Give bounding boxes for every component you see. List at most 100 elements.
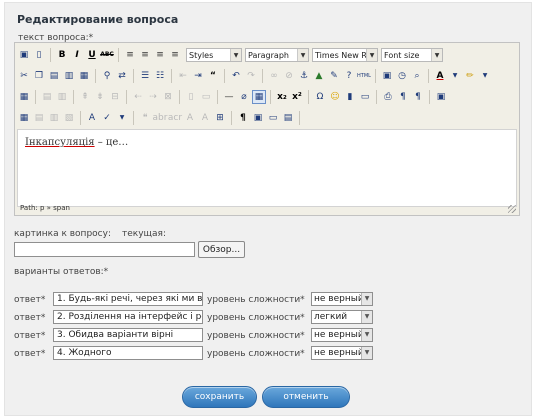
- text-color-icon[interactable]: A: [433, 69, 447, 83]
- cleanup-icon[interactable]: ✎: [327, 69, 341, 83]
- row-props-icon[interactable]: ▤: [40, 90, 54, 104]
- paste-icon[interactable]: ▤: [47, 69, 61, 83]
- abbr-icon[interactable]: abr: [153, 111, 168, 125]
- superscript-icon[interactable]: x²: [290, 90, 304, 104]
- align-center-icon[interactable]: ≡: [138, 48, 152, 62]
- answer-text-input[interactable]: 2. Розділення на інтерфейс і реа: [53, 310, 203, 324]
- unlink-icon[interactable]: ⊘: [282, 69, 296, 83]
- subscript-icon[interactable]: x₂: [275, 90, 289, 104]
- move-forward-icon[interactable]: ▤: [32, 111, 46, 125]
- preview-icon[interactable]: ⌕: [410, 69, 424, 83]
- font-family-select[interactable]: Times New Roman▼: [312, 48, 378, 62]
- paste-text-icon[interactable]: ▥: [62, 69, 76, 83]
- answer-text-input[interactable]: 4. Жодного: [53, 346, 203, 360]
- difficulty-select[interactable]: не верный ▼: [311, 292, 373, 306]
- horizontal-rule-icon[interactable]: —: [222, 90, 236, 104]
- indent-icon[interactable]: ⇥: [191, 69, 205, 83]
- cell-props-icon[interactable]: ▥: [55, 90, 69, 104]
- link-icon[interactable]: ∞: [267, 69, 281, 83]
- browse-button[interactable]: Обзор...: [198, 241, 245, 258]
- editor-content-area[interactable]: Інкапсуляція – це…: [17, 129, 517, 207]
- image-icon[interactable]: ▲: [312, 69, 326, 83]
- del-icon[interactable]: A: [183, 111, 197, 125]
- nonbreaking-icon[interactable]: ▭: [266, 111, 280, 125]
- col-before-icon[interactable]: ⇠: [131, 90, 145, 104]
- split-cells-icon[interactable]: ▯: [184, 90, 198, 104]
- blockquote-icon[interactable]: “: [206, 69, 220, 83]
- bold-icon[interactable]: B: [55, 48, 69, 62]
- cut-icon[interactable]: ✂: [17, 69, 31, 83]
- font-size-select[interactable]: Font size ▼: [381, 48, 443, 62]
- col-after-icon[interactable]: ⇢: [146, 90, 160, 104]
- bullet-list-icon[interactable]: ☰: [138, 69, 152, 83]
- style-props-icon[interactable]: A: [85, 111, 99, 125]
- remove-format-icon[interactable]: ⌀: [237, 90, 251, 104]
- row-before-icon[interactable]: ⇞: [78, 90, 92, 104]
- paste-word-icon[interactable]: ▦: [77, 69, 91, 83]
- delete-col-icon[interactable]: ⊠: [161, 90, 175, 104]
- outdent-icon[interactable]: ⇤: [176, 69, 190, 83]
- template-icon[interactable]: ▣: [434, 90, 448, 104]
- absolute-icon[interactable]: ▧: [62, 111, 76, 125]
- styles-select[interactable]: Styles ▼: [186, 48, 242, 62]
- insert-date-icon[interactable]: ▣: [380, 69, 394, 83]
- rtl-icon[interactable]: ¶: [411, 90, 425, 104]
- difficulty-select[interactable]: не верный ▼: [311, 328, 373, 342]
- new-document-icon[interactable]: ▯: [32, 48, 46, 62]
- align-left-icon[interactable]: ≡: [123, 48, 137, 62]
- ins-icon[interactable]: A: [198, 111, 212, 125]
- visual-aid-icon[interactable]: ▦: [252, 90, 266, 104]
- background-color-dropdown-icon[interactable]: ▼: [478, 69, 492, 83]
- ltr-icon[interactable]: ¶: [396, 90, 410, 104]
- answer-text-input[interactable]: 3. Обидва варіанти вірні: [53, 328, 203, 342]
- difficulty-select[interactable]: легкий ▼: [311, 310, 373, 324]
- special-char-icon[interactable]: Ω: [313, 90, 327, 104]
- strikethrough-icon[interactable]: ABC: [100, 48, 114, 62]
- insert-layer-icon[interactable]: ▦: [17, 111, 31, 125]
- insert-time-icon[interactable]: ◷: [395, 69, 409, 83]
- cite-icon[interactable]: ❝: [138, 111, 152, 125]
- html-icon[interactable]: HTML: [357, 69, 371, 83]
- underline-icon[interactable]: U: [85, 48, 99, 62]
- pagebreak-icon[interactable]: ▣: [251, 111, 265, 125]
- media-icon[interactable]: ▮: [343, 90, 357, 104]
- resize-grip-icon[interactable]: [508, 205, 516, 213]
- move-backward-icon[interactable]: ▥: [47, 111, 61, 125]
- spellcheck-icon[interactable]: ✓: [100, 111, 114, 125]
- image-file-input[interactable]: [14, 242, 195, 257]
- show-blocks-icon[interactable]: ¶: [236, 111, 250, 125]
- table-icon[interactable]: ▦: [17, 90, 31, 104]
- format-select[interactable]: Paragraph ▼: [245, 48, 309, 62]
- toolbar-separator: [171, 69, 172, 83]
- align-justify-icon[interactable]: ≡: [168, 48, 182, 62]
- copy-icon[interactable]: ❐: [32, 69, 46, 83]
- anchor-icon[interactable]: ⚓: [297, 69, 311, 83]
- background-color-icon[interactable]: ✏: [463, 69, 477, 83]
- editor-toolbar-row-2: ✂ ❐ ▤ ▥ ▦ ⚲ ⇄ ☰ ☷ ⇤ ⇥ “ ↶ ↷ ∞ ⊘ ⚓ ▲ ✎ ? …: [17, 66, 517, 86]
- difficulty-select[interactable]: не верный ▼: [311, 346, 373, 360]
- save-button[interactable]: сохранить: [182, 386, 257, 408]
- toolbar-separator: [270, 90, 271, 104]
- attributes-icon[interactable]: ⊞: [213, 111, 227, 125]
- spellcheck-dropdown-icon[interactable]: ▼: [115, 111, 129, 125]
- redo-icon[interactable]: ↷: [244, 69, 258, 83]
- text-color-dropdown-icon[interactable]: ▼: [448, 69, 462, 83]
- merge-cells-icon[interactable]: ▭: [199, 90, 213, 104]
- acronym-icon[interactable]: acr: [168, 111, 182, 125]
- answer-text-input[interactable]: 1. Будь-які речі, через які ми вз: [53, 292, 203, 306]
- numbered-list-icon[interactable]: ☷: [153, 69, 167, 83]
- align-right-icon[interactable]: ≡: [153, 48, 167, 62]
- hr-advanced-icon[interactable]: ▤: [281, 111, 295, 125]
- italic-icon[interactable]: I: [70, 48, 84, 62]
- emoticon-icon[interactable]: ☺: [328, 90, 342, 104]
- save-icon[interactable]: ▣: [17, 48, 31, 62]
- fullscreen-icon[interactable]: ▭: [358, 90, 372, 104]
- delete-row-icon[interactable]: ⊟: [108, 90, 122, 104]
- help-icon[interactable]: ?: [342, 69, 356, 83]
- find-icon[interactable]: ⚲: [100, 69, 114, 83]
- replace-icon[interactable]: ⇄: [115, 69, 129, 83]
- cancel-button[interactable]: отменить: [262, 386, 350, 408]
- row-after-icon[interactable]: ⇟: [93, 90, 107, 104]
- print-icon[interactable]: ⎙: [381, 90, 395, 104]
- undo-icon[interactable]: ↶: [229, 69, 243, 83]
